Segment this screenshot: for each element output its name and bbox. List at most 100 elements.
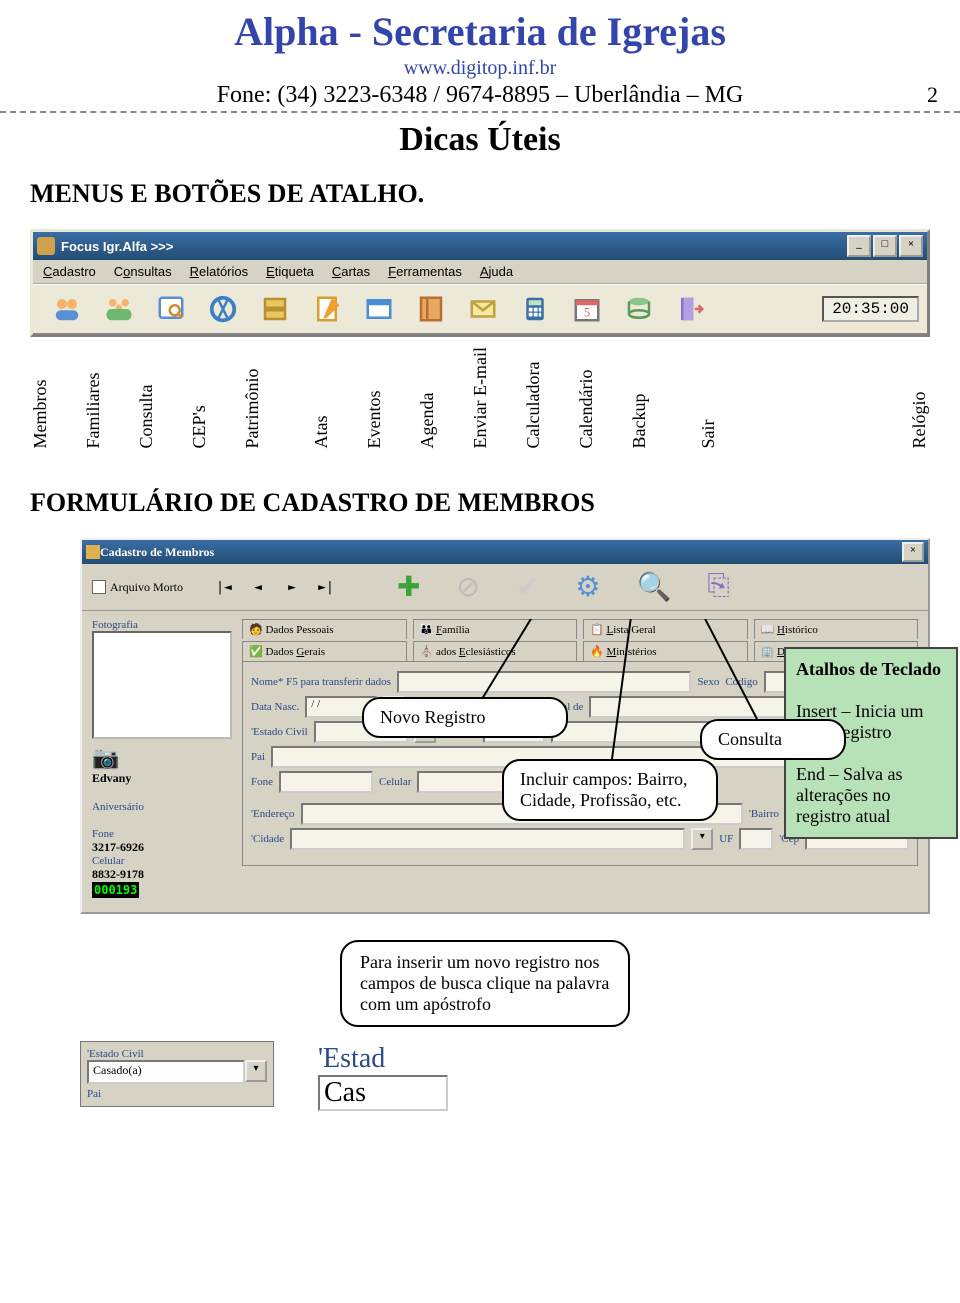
- cadastro-title: Cadastro de Membros: [100, 545, 214, 560]
- callout-novo-registro: Novo Registro: [362, 697, 568, 738]
- nav-last[interactable]: ►|: [315, 580, 337, 595]
- vlabel: Consulta: [136, 347, 157, 448]
- callout-apostrofo: Para inserir um novo registro nos campos…: [340, 940, 630, 1027]
- agenda-icon[interactable]: [413, 291, 449, 327]
- crop-big1: 'Estad: [318, 1043, 448, 1075]
- tab-ministerios[interactable]: 🔥 Ministérios: [583, 641, 748, 661]
- minimize-button[interactable]: _: [847, 235, 871, 257]
- search-button[interactable]: 🔍: [637, 570, 672, 604]
- vlabel: Agenda: [417, 347, 438, 448]
- menu-cadastro[interactable]: Cadastro: [43, 264, 96, 279]
- svg-text:5: 5: [584, 306, 590, 320]
- window-icon: [86, 545, 100, 559]
- calculator-icon[interactable]: [517, 291, 553, 327]
- vlabel: Eventos: [364, 347, 385, 448]
- main-toolbar: 5 20:35:00: [33, 284, 927, 334]
- cep-icon[interactable]: [205, 291, 241, 327]
- patrimony-icon[interactable]: [257, 291, 293, 327]
- vlabel: Calculadora: [523, 347, 544, 448]
- crop-estado-label[interactable]: 'Estado Civil: [87, 1048, 267, 1060]
- vlabel: Familiares: [83, 347, 104, 448]
- action-buttons: ✚ ⊘ ✔ ⚙ 🔍 ⎘: [397, 570, 730, 604]
- bairro-label[interactable]: 'Bairro: [749, 808, 779, 820]
- uf2-field[interactable]: [739, 828, 773, 850]
- crop-big2: Cas: [318, 1075, 448, 1111]
- divider-dashed: [0, 111, 960, 113]
- cidade-field[interactable]: [290, 828, 685, 850]
- menu-relatorios[interactable]: Relatórios: [190, 264, 249, 279]
- crop-estado-value[interactable]: Casado(a): [87, 1060, 245, 1084]
- tab-dados-gerais[interactable]: ✅ Dados Gerais: [242, 641, 407, 661]
- left-column: Fotografia 📷 Edvany Aniversário Fone 321…: [92, 619, 232, 898]
- nome-field[interactable]: [397, 671, 691, 693]
- fone-field[interactable]: [279, 771, 373, 793]
- email-icon[interactable]: [465, 291, 501, 327]
- exit-icon[interactable]: [673, 291, 709, 327]
- menu-ferramentas[interactable]: Ferramentas: [388, 264, 462, 279]
- page-number: 2: [927, 82, 938, 108]
- estado-civil-label[interactable]: 'Estado Civil: [251, 726, 308, 738]
- celular-field[interactable]: [417, 771, 511, 793]
- arquivo-morto-checkbox[interactable]: [92, 580, 106, 594]
- cancel-button[interactable]: ⊘: [456, 570, 479, 604]
- nav-first[interactable]: |◄: [213, 580, 235, 595]
- dropdown-icon[interactable]: ▾: [245, 1060, 267, 1082]
- tabs-row1: 🧑 Dados Pessoais 👪 Família 📋 Lista Geral…: [242, 619, 918, 639]
- tab-dados-pessoais[interactable]: 🧑 Dados Pessoais: [242, 619, 407, 639]
- family-icon[interactable]: [101, 291, 137, 327]
- shortcut-end: End – Salva as alterações no registro at…: [796, 764, 902, 826]
- fone-label: Fone: [251, 776, 273, 788]
- maximize-button[interactable]: □: [873, 235, 897, 257]
- menu-cartas[interactable]: Cartas: [332, 264, 370, 279]
- nav-prev[interactable]: ◄: [247, 580, 269, 595]
- menu-consultas[interactable]: Consultas: [114, 264, 172, 279]
- document-header: Alpha - Secretaria de Igrejas www.digito…: [0, 0, 960, 109]
- tab-historico[interactable]: 📖 Histórico: [754, 619, 919, 639]
- bottom-screenshots: 'Estado Civil Casado(a) ▾ Pai 'Estad Cas: [80, 1041, 930, 1113]
- tab-lista-geral[interactable]: 📋 Lista Geral: [583, 619, 748, 639]
- nome-label: Nome* F5 para transferir dados: [251, 676, 391, 688]
- titlebar: Focus Igr.Alfa >>> _ □ ×: [33, 232, 927, 260]
- photo-label: Fotografia: [92, 619, 232, 631]
- photo-box: [92, 631, 232, 739]
- crop-zoom: 'Estad Cas: [314, 1041, 452, 1113]
- cadastro-window: Cadastro de Membros × Arquivo Morto |◄ ◄…: [80, 538, 930, 914]
- calendar-icon[interactable]: 5: [569, 291, 605, 327]
- doc-url: www.digitop.inf.br: [0, 57, 960, 80]
- consult-icon[interactable]: [153, 291, 189, 327]
- window-title: Focus Igr.Alfa >>>: [61, 239, 173, 254]
- menu-etiqueta[interactable]: Etiqueta: [266, 264, 314, 279]
- vlabel: CEP's: [189, 347, 210, 448]
- phone-value: 3217-6926: [92, 840, 232, 855]
- menu-ajuda[interactable]: Ajuda: [480, 264, 513, 279]
- window-buttons: _ □ ×: [847, 235, 923, 257]
- tab-familia[interactable]: 👪 Família: [413, 619, 578, 639]
- events-icon[interactable]: [361, 291, 397, 327]
- nav-next[interactable]: ►: [281, 580, 303, 595]
- dropdown-icon[interactable]: ▾: [691, 828, 713, 850]
- exit-button[interactable]: ⎘: [707, 570, 729, 604]
- camera-icon[interactable]: 📷: [92, 745, 119, 770]
- cell-label: Celular: [92, 855, 232, 867]
- backup-icon[interactable]: [621, 291, 657, 327]
- uf2-label: UF: [719, 833, 733, 845]
- save-button[interactable]: ✔: [516, 570, 539, 604]
- vlabel: Atas: [311, 347, 332, 448]
- new-record-button[interactable]: ✚: [397, 570, 420, 604]
- menubar: Cadastro Consultas Relatórios Etiqueta C…: [33, 260, 927, 284]
- tab-eclesiasticos[interactable]: ⛪ ados Eclesiásticos: [413, 641, 578, 661]
- atas-icon[interactable]: [309, 291, 345, 327]
- cadastro-close-button[interactable]: ×: [902, 542, 924, 562]
- doc-phone: Fone: (34) 3223-6348 / 9674-8895 – Uberl…: [217, 82, 744, 108]
- close-button[interactable]: ×: [899, 235, 923, 257]
- vlabel: Membros: [30, 347, 51, 448]
- members-icon[interactable]: [49, 291, 85, 327]
- endereco-label[interactable]: 'Endereço: [251, 808, 295, 820]
- vlabel: Sair: [698, 347, 719, 448]
- section2-heading: FORMULÁRIO DE CADASTRO DE MEMBROS: [0, 488, 960, 518]
- cadastro-titlebar: Cadastro de Membros ×: [82, 540, 928, 564]
- cidade-label[interactable]: 'Cidade: [251, 833, 284, 845]
- vlabel: Relógio: [909, 347, 930, 448]
- vlabel: Calendário: [576, 347, 597, 448]
- settings-button[interactable]: ⚙: [575, 570, 600, 604]
